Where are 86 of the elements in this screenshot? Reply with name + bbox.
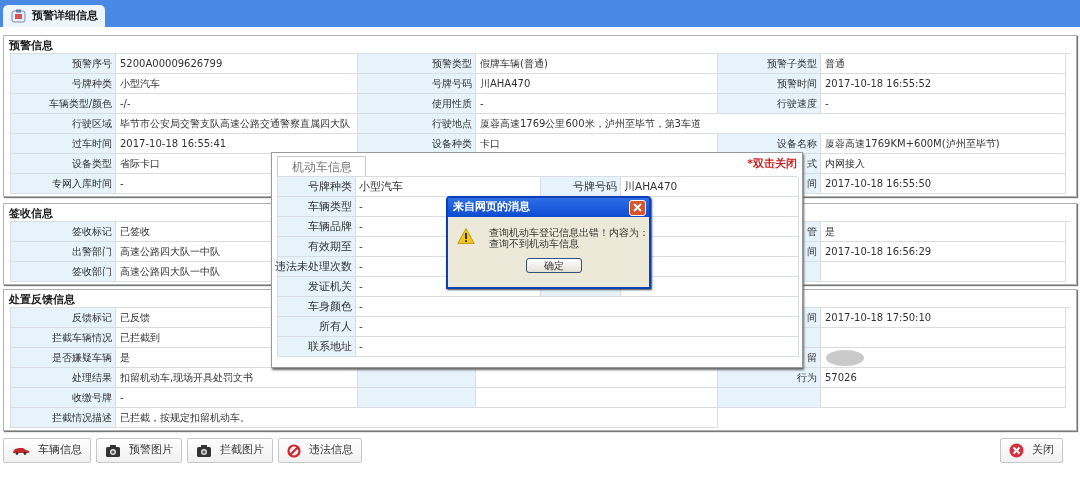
field-label: 号牌号码 — [358, 74, 476, 94]
section-title: 预警信息 — [9, 38, 53, 53]
field-label: 签收标记 — [11, 222, 116, 242]
field-value: 扣留机动车,现场开具处罚文书 — [116, 368, 358, 388]
field-label: 号牌种类 — [308, 178, 352, 194]
field-value: - — [359, 338, 363, 354]
field-label: 行为 — [718, 368, 821, 388]
toolbar-button[interactable]: 违法信息 — [278, 438, 362, 463]
close-hint: *双击关闭 — [747, 156, 797, 172]
document-icon — [11, 9, 26, 23]
dialog-title: 来自网页的消息 — [453, 199, 531, 216]
field-value: 川AHA470 — [476, 74, 718, 94]
tab[interactable]: 预警详细信息 — [3, 5, 105, 27]
field-value: - — [359, 238, 363, 254]
car-icon — [12, 446, 30, 455]
field-value: 是 — [821, 222, 1066, 242]
field-value: 小型汽车 — [359, 178, 403, 194]
camera-icon — [105, 443, 121, 458]
field-label: 反馈标记 — [11, 308, 116, 328]
field-label: 预警时间 — [718, 74, 821, 94]
panel-tab[interactable]: 机动车信息 — [277, 156, 366, 176]
dialog-message: 查询机动车登记信息出错！内容为： — [489, 227, 649, 238]
field-value: 2017-10-18 16:55:50 — [821, 174, 1066, 194]
forbidden-icon — [287, 443, 301, 458]
field-label: 处理结果 — [11, 368, 116, 388]
field-label: 使用性质 — [358, 94, 476, 114]
dialog-message: 查询不到机动车信息 — [489, 238, 579, 249]
field-label: 号牌种类 — [11, 74, 116, 94]
field-label: 车辆类型 — [308, 198, 352, 214]
close-icon — [1009, 443, 1024, 458]
field-label: 收缴号牌 — [11, 388, 116, 408]
field-label: 签收部门 — [11, 262, 116, 282]
field-label: 号牌号码 — [573, 178, 617, 194]
section-title: 签收信息 — [9, 206, 53, 221]
field-value: 普通 — [821, 54, 1066, 74]
toolbar-button[interactable]: 车辆信息 — [3, 438, 91, 463]
field-value: - — [116, 388, 358, 408]
camera-icon — [196, 443, 212, 458]
field-label: 专网入库时间 — [11, 174, 116, 194]
field-label: 行驶速度 — [718, 94, 821, 114]
field-value: - — [359, 198, 363, 214]
field-value: - — [359, 218, 363, 234]
field-value: 内网接入 — [821, 154, 1066, 174]
tab-label: 预警详细信息 — [32, 7, 98, 24]
warning-icon — [457, 225, 475, 247]
field-value: - — [359, 318, 363, 334]
field-label: 设备种类 — [358, 134, 476, 154]
field-value: 假牌车辆(普通) — [476, 54, 718, 74]
field-value: 2017-10-18 16:55:52 — [821, 74, 1066, 94]
close-icon — [633, 203, 642, 212]
field-label: 出警部门 — [11, 242, 116, 262]
field-label: 设备名称 — [718, 134, 821, 154]
field-label: 拦截车辆情况 — [11, 328, 116, 348]
field-label: 预警子类型 — [718, 54, 821, 74]
field-value: 已拦截，按规定扣留机动车。 — [116, 408, 718, 428]
field-value: 川AHA470 — [624, 178, 678, 194]
field-label: 预警序号 — [11, 54, 116, 74]
field-value: 2017-10-18 17:50:10 — [821, 308, 1066, 328]
field-value: - — [359, 258, 363, 274]
field-value: - — [359, 278, 363, 294]
field-label: 预警类型 — [358, 54, 476, 74]
field-label: 过车时间 — [11, 134, 116, 154]
field-value: 2017-10-18 16:56:29 — [821, 242, 1066, 262]
field-label: 行驶地点 — [358, 114, 476, 134]
field-label: 车辆类型/颜色 — [11, 94, 116, 114]
field-value: 小型汽车 — [116, 74, 358, 94]
section-title: 处置反馈信息 — [9, 292, 75, 307]
field-value: 57026 — [821, 368, 1066, 388]
close-button[interactable]: 关闭 — [1000, 438, 1063, 463]
field-value: 厦蓉高速1769KM+600M(泸州至毕节) — [821, 134, 1066, 154]
field-label: 设备类型 — [11, 154, 116, 174]
field-value: - — [476, 94, 718, 114]
toolbar-button[interactable]: 预警图片 — [96, 438, 182, 463]
field-label: 行驶区域 — [11, 114, 116, 134]
field-value: - — [359, 298, 363, 314]
field-value: 5200A00009626799 — [116, 54, 358, 74]
field-value: -/- — [116, 94, 358, 114]
field-value: 厦蓉高速1769公里600米，泸州至毕节，第3车道 — [476, 114, 1066, 134]
toolbar-button[interactable]: 拦截图片 — [187, 438, 273, 463]
field-label: 是否嫌疑车辆 — [11, 348, 116, 368]
field-label: 拦截情况描述 — [11, 408, 116, 428]
field-value: - — [821, 94, 1066, 114]
field-value: 毕节市公安局交警支队高速公路交通警察直属四大队 — [116, 114, 358, 134]
field-value: 2017-10-18 16:55:41 — [116, 134, 358, 154]
close-button[interactable] — [629, 199, 646, 216]
ok-button[interactable]: 确定 — [525, 258, 582, 273]
